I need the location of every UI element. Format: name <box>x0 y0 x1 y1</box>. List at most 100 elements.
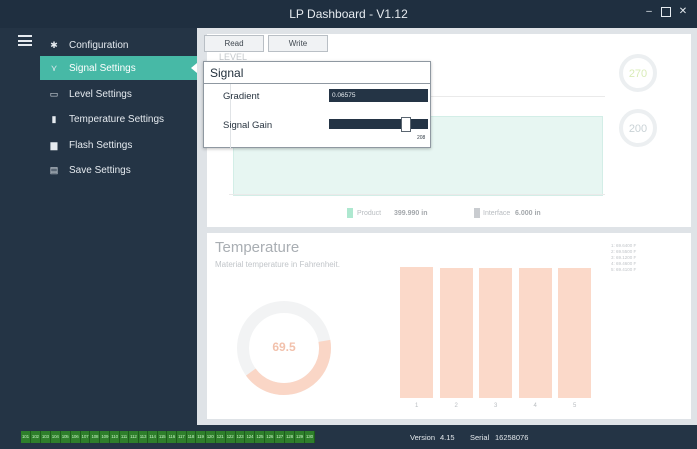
save-icon: ▤ <box>49 164 59 175</box>
gauge-top-value: 270 <box>628 68 648 80</box>
gradient-field[interactable]: 0.06575 <box>329 89 428 102</box>
signal-gain-slider-thumb[interactable] <box>401 117 411 132</box>
port-indicator: 110 <box>110 431 120 443</box>
temperature-bar <box>518 268 552 398</box>
sidebar-item-label: Signal Settings <box>69 62 136 74</box>
close-button[interactable]: ✕ <box>677 6 689 18</box>
legend-swatch-product <box>347 208 353 218</box>
sidebar-item-label: Level Settings <box>69 88 132 100</box>
version-label: Version <box>410 433 436 442</box>
port-indicator: 106 <box>70 431 81 443</box>
port-indicator: 121 <box>215 431 226 443</box>
port-indicator: 114 <box>148 431 158 443</box>
port-indicator: 111 <box>119 431 130 443</box>
window-controls: – ✕ <box>643 6 689 18</box>
temperature-subtitle: Material temperature in Fahrenheit. <box>215 260 340 269</box>
temperature-bar <box>400 267 433 398</box>
port-indicator: 118 <box>186 431 197 443</box>
hamburger-icon[interactable] <box>18 35 32 46</box>
port-indicator: 108 <box>90 431 101 443</box>
temperature-legend-line: 5: 69.4100 F <box>611 267 637 272</box>
temperature-x-tick: 3 <box>494 403 498 409</box>
sidebar-item-configuration[interactable]: ✱ Configuration <box>40 33 197 57</box>
legend-value-interface: 6.000 in <box>515 210 541 217</box>
port-indicator: 120 <box>205 431 216 443</box>
gauge-bottom-value: 200 <box>628 123 648 135</box>
port-indicator: 127 <box>275 431 286 443</box>
signal-gain-slider-track[interactable] <box>329 119 428 129</box>
sidebar-item-signal-settings[interactable]: ⋎ Signal Settings <box>40 56 197 80</box>
port-indicator: 129 <box>295 431 305 443</box>
port-indicator: 103 <box>40 431 51 443</box>
sidebar-item-temperature-settings[interactable]: ▮ Temperature Settings <box>40 107 197 131</box>
sidebar-item-label: Temperature Settings <box>69 113 165 125</box>
legend-label-product: Product <box>357 210 382 217</box>
legend-label-interface: Interface <box>483 210 511 217</box>
serial-label: Serial <box>470 433 490 442</box>
app-window: LP Dashboard - V1.12 – ✕ ✱ Configuration… <box>0 0 697 449</box>
port-indicator: 101 <box>21 431 31 443</box>
write-button[interactable]: Write <box>268 35 328 52</box>
port-indicator: 116 <box>167 431 178 443</box>
port-indicator: 102 <box>30 431 41 443</box>
temperature-x-tick: 5 <box>573 403 577 409</box>
status-bar: 101 102 103 104 105 106 107 108 109 110 111 112 113 1… <box>0 425 697 449</box>
temperature-bar <box>479 268 512 398</box>
port-indicator: 113 <box>138 431 149 443</box>
title-bar: LP Dashboard - V1.12 – ✕ <box>0 0 697 28</box>
version-value: 4.15 <box>440 433 455 442</box>
port-indicator: 130 <box>304 431 315 443</box>
port-indicator: 123 <box>235 431 246 443</box>
port-indicator: 124 <box>245 431 256 443</box>
temperature-bar <box>558 268 591 398</box>
sidebar-item-level-settings[interactable]: ▭ Level Settings <box>40 82 197 106</box>
sidebar-item-save-settings[interactable]: ▤ Save Settings <box>40 158 197 182</box>
legend-swatch-interface <box>474 208 480 218</box>
temperature-x-tick: 1 <box>415 403 419 409</box>
thermometer-icon: ▮ <box>51 113 57 124</box>
maximize-button[interactable] <box>661 7 671 17</box>
port-indicator: 126 <box>265 431 276 443</box>
port-indicator: 117 <box>177 431 187 443</box>
average-temperature-value: 69.5 <box>272 340 296 354</box>
gauge-top: 270 <box>619 54 657 92</box>
port-indicator: 122 <box>225 431 236 443</box>
port-indicators: 101 102 103 104 105 106 107 108 109 110 111 112 113 1… <box>21 431 315 443</box>
signal-gain-value: 208 <box>417 135 426 141</box>
sidebar: ✱ Configuration ⋎ Signal Settings ▭ Leve… <box>0 28 197 425</box>
legend-value-product: 399.990 in <box>394 210 428 217</box>
gradient-label: Gradient <box>223 91 260 102</box>
axis-line <box>229 194 605 195</box>
donut-label-wrap: 69.5 <box>229 293 339 403</box>
level-icon: ▭ <box>49 88 59 99</box>
port-indicator: 109 <box>100 431 111 443</box>
signal-gain-label: Signal Gain <box>223 120 273 131</box>
gauge-bottom: 200 <box>619 109 657 147</box>
window-title: LP Dashboard - V1.12 <box>289 7 408 21</box>
temperature-legend: 1: 69.6400 F 2: 69.5500 F 3: 69.1200 F 4… <box>611 243 636 273</box>
temperature-bar <box>439 268 473 398</box>
port-indicator: 112 <box>129 431 139 443</box>
signal-icon: ⋎ <box>50 62 58 73</box>
temperature-title: Temperature <box>215 239 300 256</box>
temperature-x-tick: 4 <box>533 403 537 409</box>
sidebar-item-label: Save Settings <box>69 164 131 176</box>
temperature-panel: Temperature Material temperature in Fahr… <box>207 233 691 419</box>
port-indicator: 107 <box>80 431 91 443</box>
flash-icon: ▆ <box>50 139 58 150</box>
port-indicator: 125 <box>255 431 266 443</box>
signal-dialog-title: Signal <box>204 62 430 84</box>
port-indicator: 128 <box>285 431 296 443</box>
gear-icon: ✱ <box>50 39 58 50</box>
port-indicator: 104 <box>50 431 61 443</box>
sidebar-item-flash-settings[interactable]: ▆ Flash Settings <box>40 133 197 157</box>
read-button[interactable]: Read <box>204 35 264 52</box>
serial-value: 16258076 <box>495 433 529 442</box>
temperature-x-tick: 2 <box>454 403 458 409</box>
port-indicator: 105 <box>60 431 71 443</box>
sidebar-item-label: Configuration <box>69 39 129 51</box>
minimize-button[interactable]: – <box>643 6 655 18</box>
signal-dialog: Signal Gradient 0.06575 Signal Gain 208 <box>203 61 431 148</box>
sidebar-item-label: Flash Settings <box>69 139 133 151</box>
port-indicator: 115 <box>157 431 168 443</box>
